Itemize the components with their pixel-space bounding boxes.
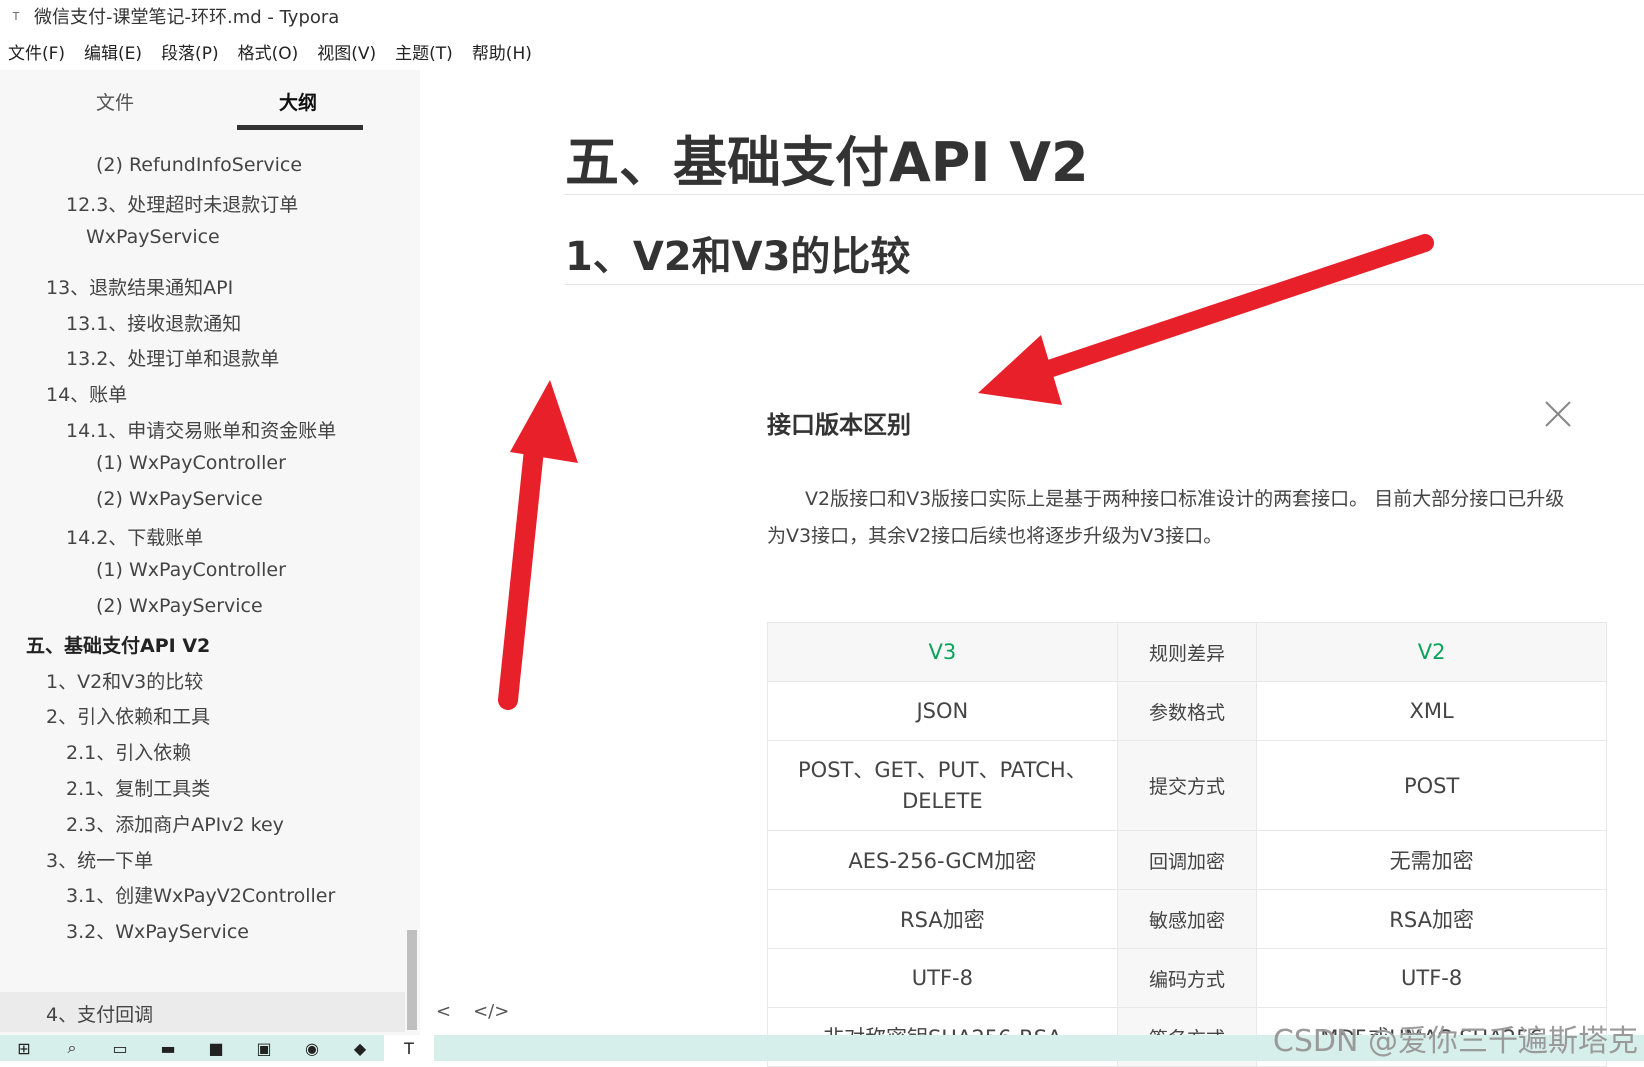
outline-item[interactable]: 14、账单 <box>46 380 127 407</box>
cell-v3: AES-256-GCM加密 <box>767 830 1118 890</box>
menu-edit[interactable]: 编辑(E) <box>84 39 142 64</box>
heading-2: 1、V2和V3的比较 <box>565 234 911 280</box>
outline-item[interactable]: 14.2、下载账单 <box>66 523 203 550</box>
version-diff-dialog: 接口版本区别 V2版接口和V3版接口实际上是基于两种接口标准设计的两套接口。 目… <box>732 305 1607 1067</box>
cell-rule: 编码方式 <box>1116 948 1258 1008</box>
sidebar: 文件 大纲 (2) RefundInfoService 12.3、处理超时未退款… <box>0 70 420 1035</box>
menu-file[interactable]: 文件(F) <box>8 39 65 64</box>
tab-files[interactable]: 文件 <box>96 88 134 115</box>
editor-content: 五、基础支付API V2 1、V2和V3的比较 接口版本区别 V2版接口和V3版… <box>420 70 1644 1067</box>
typora-app-icon: T <box>12 9 20 23</box>
sidebar-scrollbar[interactable] <box>407 930 417 1030</box>
menu-paragraph[interactable]: 段落(P) <box>161 39 219 64</box>
dialog-description: V2版接口和V3版接口实际上是基于两种接口标准设计的两套接口。 目前大部分接口已… <box>767 488 1565 547</box>
vscode-icon[interactable]: ◆ <box>336 1035 384 1061</box>
outline-item[interactable]: (1) WxPayController <box>96 559 286 581</box>
table-row: JSON 参数格式 XML <box>767 681 1607 741</box>
outline-item[interactable]: (2) WxPayService <box>96 595 263 617</box>
table-row: AES-256-GCM加密 回调加密 无需加密 <box>767 830 1607 890</box>
outline-item[interactable]: 2.1、引入依赖 <box>66 738 191 765</box>
csdn-watermark: CSDN @爱你三千遍斯塔克 <box>1272 1024 1638 1059</box>
close-icon[interactable] <box>1542 398 1574 430</box>
menu-format[interactable]: 格式(O) <box>238 39 299 64</box>
outline-item[interactable]: 2、引入依赖和工具 <box>46 702 210 729</box>
menu-view[interactable]: 视图(V) <box>317 39 376 64</box>
outline-item[interactable]: 2.3、添加商户APIv2 key <box>66 810 284 837</box>
outline-item[interactable]: 4、支付回调 <box>46 1000 153 1027</box>
outline-item[interactable]: 14.1、申请交易账单和资金账单 <box>66 416 336 443</box>
search-icon[interactable]: ⌕ <box>48 1035 96 1061</box>
header-v2: V2 <box>1256 622 1607 682</box>
outline-item[interactable]: 五、基础支付API V2 <box>26 631 210 658</box>
cell-rule: 回调加密 <box>1116 830 1258 890</box>
cell-v3: JSON <box>767 681 1118 741</box>
outline-item[interactable]: 13.1、接收退款通知 <box>66 309 241 336</box>
outline-item[interactable]: (1) WxPayController <box>96 452 286 474</box>
outline-item[interactable]: 13.2、处理订单和退款单 <box>66 344 279 371</box>
cell-v3: RSA加密 <box>767 889 1118 949</box>
typora-taskbar-icon[interactable]: T <box>384 1035 434 1061</box>
cell-v2: UTF-8 <box>1256 948 1607 1008</box>
cell-rule: 敏感加密 <box>1116 889 1258 949</box>
windows-start-icon[interactable]: ⊞ <box>0 1035 48 1061</box>
heading-1: 五、基础支付API V2 <box>565 131 1089 194</box>
outline-item[interactable]: 13、退款结果通知API <box>46 273 233 300</box>
menu-help[interactable]: 帮助(H) <box>472 39 532 64</box>
heading-1-rule <box>565 194 1644 195</box>
active-tab-indicator <box>237 125 363 130</box>
outline-item[interactable]: 3、统一下单 <box>46 846 153 873</box>
cell-v2: RSA加密 <box>1256 889 1607 949</box>
outline-item[interactable]: 3.2、WxPayService <box>66 917 249 944</box>
intellij-icon[interactable]: ■ <box>192 1035 240 1061</box>
header-v3: V3 <box>767 622 1118 682</box>
outline-item[interactable]: 2.1、复制工具类 <box>66 774 210 801</box>
cell-v3: POST、GET、PUT、PATCH、DELETE <box>767 740 1118 831</box>
title-bar: T 微信支付-课堂笔记-环环.md - Typora <box>0 0 1644 32</box>
cell-v2: 无需加密 <box>1256 830 1607 890</box>
outline-item[interactable]: 3.1、创建WxPayV2Controller <box>66 881 335 908</box>
cell-v2: XML <box>1256 681 1607 741</box>
table-row: UTF-8 编码方式 UTF-8 <box>767 948 1607 1008</box>
file-explorer-icon[interactable]: ▬ <box>144 1035 192 1061</box>
dialog-title: 接口版本区别 <box>767 411 911 439</box>
sidebar-tabs: 文件 大纲 <box>0 70 420 132</box>
task-view-icon[interactable]: ▭ <box>96 1035 144 1061</box>
menu-bar: 文件(F) 编辑(E) 段落(P) 格式(O) 视图(V) 主题(T) 帮助(H… <box>0 34 1644 68</box>
cell-rule: 提交方式 <box>1116 740 1258 831</box>
table-row: POST、GET、PUT、PATCH、DELETE 提交方式 POST <box>767 740 1607 831</box>
outline-item[interactable]: (2) RefundInfoService <box>96 154 302 176</box>
outline-item[interactable]: 12.3、处理超时未退款订单 <box>66 190 298 217</box>
tab-outline[interactable]: 大纲 <box>279 88 317 115</box>
cell-v2: POST <box>1256 740 1607 831</box>
cell-rule: 参数格式 <box>1116 681 1258 741</box>
outline-item[interactable]: WxPayService <box>86 226 220 248</box>
table-row: RSA加密 敏感加密 RSA加密 <box>767 889 1607 949</box>
menu-theme[interactable]: 主题(T) <box>395 39 453 64</box>
browser-icon[interactable]: ◉ <box>288 1035 336 1061</box>
heading-2-rule <box>565 284 1644 285</box>
outline-item[interactable]: (2) WxPayService <box>96 488 263 510</box>
window-title: 微信支付-课堂笔记-环环.md - Typora <box>34 7 340 28</box>
comparison-table: V3 规则差异 V2 JSON 参数格式 XML POST、GET、PUT、PA… <box>767 622 1607 1067</box>
outline-item[interactable]: 1、V2和V3的比较 <box>46 667 203 694</box>
cell-v3: UTF-8 <box>767 948 1118 1008</box>
header-rule: 规则差异 <box>1116 622 1258 682</box>
table-header-row: V3 规则差异 V2 <box>767 622 1607 682</box>
terminal-icon[interactable]: ▣ <box>240 1035 288 1061</box>
